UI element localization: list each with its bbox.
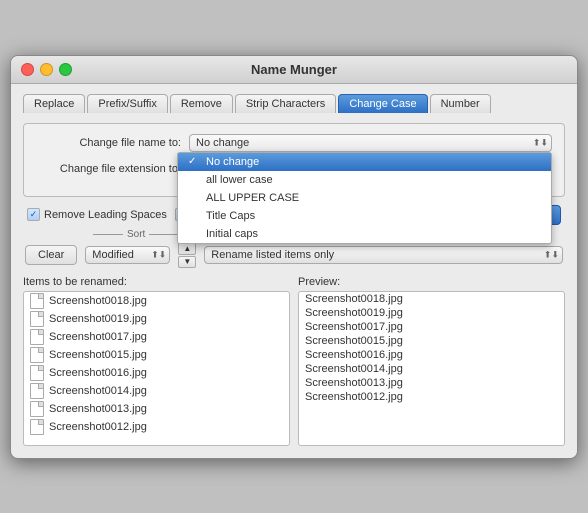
list-item[interactable]: Screenshot0018.jpg [24, 292, 289, 310]
close-button[interactable] [21, 63, 34, 76]
bottom-toolbar: Sort Clear Modified Name Date Created Si… [23, 243, 565, 268]
list-item[interactable]: Screenshot0019.jpg [24, 310, 289, 328]
sort-select[interactable]: Modified Name Date Created Size [85, 246, 170, 264]
form-area: Change file name to: No change ⬆⬇ Change… [23, 123, 565, 197]
rename-select[interactable]: Rename listed items only Rename all item… [204, 246, 563, 264]
dropdown-item-upper-case[interactable]: ALL UPPER CASE [178, 189, 551, 207]
window-title: Name Munger [251, 62, 337, 77]
lists-row: Items to be renamed: Screenshot0018.jpgS… [23, 276, 565, 446]
list-item[interactable]: Screenshot0013.jpg [24, 400, 289, 418]
tab-prefix-suffix[interactable]: Prefix/Suffix [87, 94, 168, 113]
file-icon [30, 293, 44, 309]
tab-change-case[interactable]: Change Case [338, 94, 427, 113]
clear-button[interactable]: Clear [25, 245, 77, 265]
file-icon [30, 311, 44, 327]
sort-label: Sort [127, 229, 145, 240]
dropdown-item-no-change[interactable]: ✓ No change [178, 153, 551, 171]
file-icon [30, 383, 44, 399]
remove-leading-spaces-checkbox-item: ✓ Remove Leading Spaces [27, 208, 167, 221]
file-icon [30, 419, 44, 435]
preview-list-item: Screenshot0017.jpg [299, 320, 564, 334]
preview-list-item: Screenshot0019.jpg [299, 306, 564, 320]
list-item[interactable]: Screenshot0016.jpg [24, 364, 289, 382]
change-name-label: Change file name to: [36, 137, 181, 149]
file-icon [30, 365, 44, 381]
preview-list-item: Screenshot0013.jpg [299, 376, 564, 390]
check-icon: ✓ [188, 156, 200, 167]
preview-list-item: Screenshot0012.jpg [299, 390, 564, 404]
remove-leading-spaces-checkbox[interactable]: ✓ [27, 208, 40, 221]
file-icon [30, 401, 44, 417]
sort-select-wrapper: Modified Name Date Created Size ⬆⬇ [85, 246, 170, 264]
sort-arrows: ▲ ▼ [178, 243, 196, 268]
items-header: Items to be renamed: [23, 276, 290, 288]
change-name-row: Change file name to: No change ⬆⬇ [36, 134, 552, 152]
list-item[interactable]: Screenshot0012.jpg [24, 418, 289, 436]
preview-list-item: Screenshot0018.jpg [299, 292, 564, 306]
preview-list: Screenshot0018.jpgScreenshot0019.jpgScre… [298, 291, 565, 446]
dropdown-menu: ✓ No change all lower case ALL UPPER CAS… [177, 152, 552, 244]
list-item[interactable]: Screenshot0014.jpg [24, 382, 289, 400]
tab-number[interactable]: Number [430, 94, 491, 113]
change-name-select-wrapper: No change ⬆⬇ [189, 134, 552, 152]
rename-select-wrapper: Rename listed items only Rename all item… [204, 246, 563, 264]
tab-replace[interactable]: Replace [23, 94, 85, 113]
dropdown-item-title-caps[interactable]: Title Caps [178, 207, 551, 225]
remove-leading-spaces-label: Remove Leading Spaces [44, 209, 167, 221]
tab-bar: Replace Prefix/Suffix Remove Strip Chara… [23, 94, 565, 113]
sort-down-button[interactable]: ▼ [178, 256, 196, 268]
dropdown-item-initial-caps[interactable]: Initial caps [178, 225, 551, 243]
maximize-button[interactable] [59, 63, 72, 76]
minimize-button[interactable] [40, 63, 53, 76]
change-name-select[interactable]: No change [189, 134, 552, 152]
items-list[interactable]: Screenshot0018.jpgScreenshot0019.jpgScre… [23, 291, 290, 446]
list-item[interactable]: Screenshot0015.jpg [24, 346, 289, 364]
dropdown-item-lower-case[interactable]: all lower case [178, 171, 551, 189]
traffic-lights [21, 63, 72, 76]
tab-remove[interactable]: Remove [170, 94, 233, 113]
main-window: Name Munger Replace Prefix/Suffix Remove… [10, 55, 578, 459]
list-item[interactable]: Screenshot0017.jpg [24, 328, 289, 346]
file-icon [30, 347, 44, 363]
preview-list-item: Screenshot0014.jpg [299, 362, 564, 376]
preview-list-item: Screenshot0015.jpg [299, 334, 564, 348]
titlebar: Name Munger [11, 56, 577, 84]
tab-strip-characters[interactable]: Strip Characters [235, 94, 336, 113]
preview-header: Preview: [298, 276, 565, 288]
items-panel: Items to be renamed: Screenshot0018.jpgS… [23, 276, 290, 446]
preview-panel: Preview: Screenshot0018.jpgScreenshot001… [298, 276, 565, 446]
sort-up-button[interactable]: ▲ [178, 243, 196, 255]
preview-list-item: Screenshot0016.jpg [299, 348, 564, 362]
file-icon [30, 329, 44, 345]
change-ext-label: Change file extension to: [36, 163, 181, 175]
